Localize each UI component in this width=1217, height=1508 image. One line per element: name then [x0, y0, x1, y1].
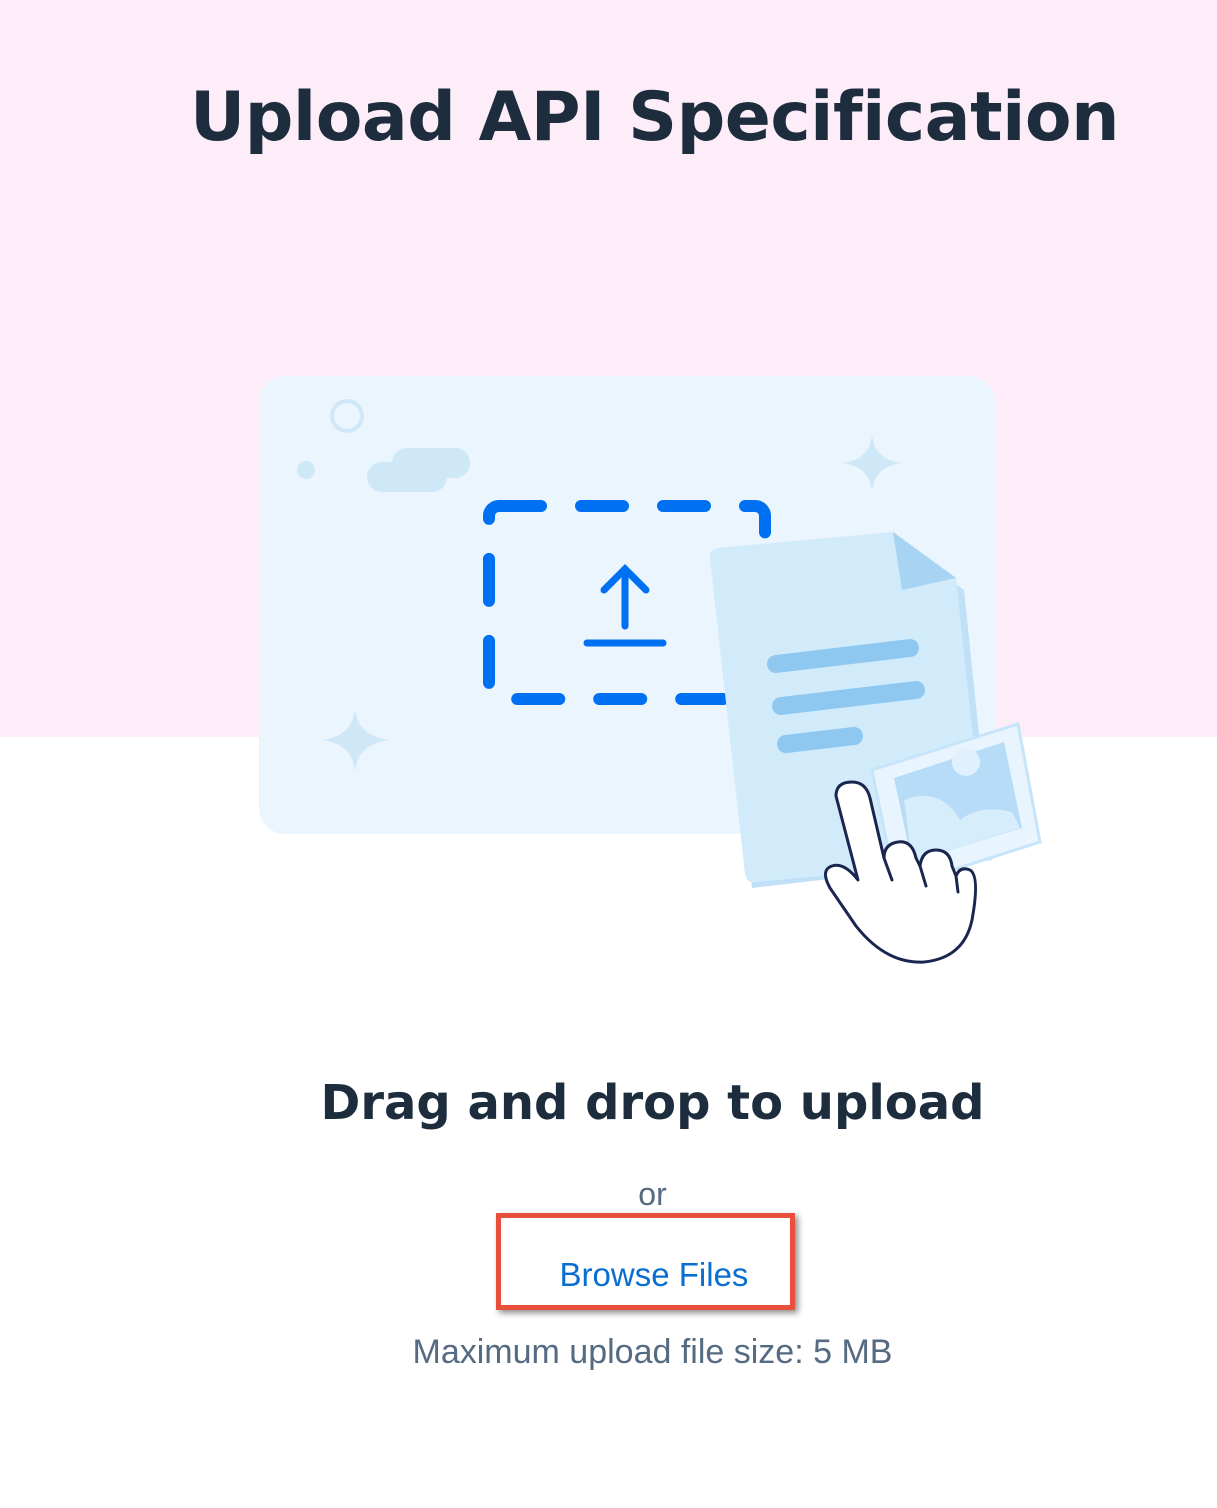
or-separator: or [638, 1176, 667, 1212]
page-title: Upload API Specification [190, 78, 1120, 157]
browse-files-button[interactable]: Browse Files [534, 1250, 774, 1300]
drag-drop-heading: Drag and drop to upload [320, 1075, 985, 1131]
upload-illustration [240, 360, 1060, 980]
dot-decoration [297, 461, 315, 479]
max-upload-size-hint: Maximum upload file size: 5 MB [412, 1333, 893, 1371]
